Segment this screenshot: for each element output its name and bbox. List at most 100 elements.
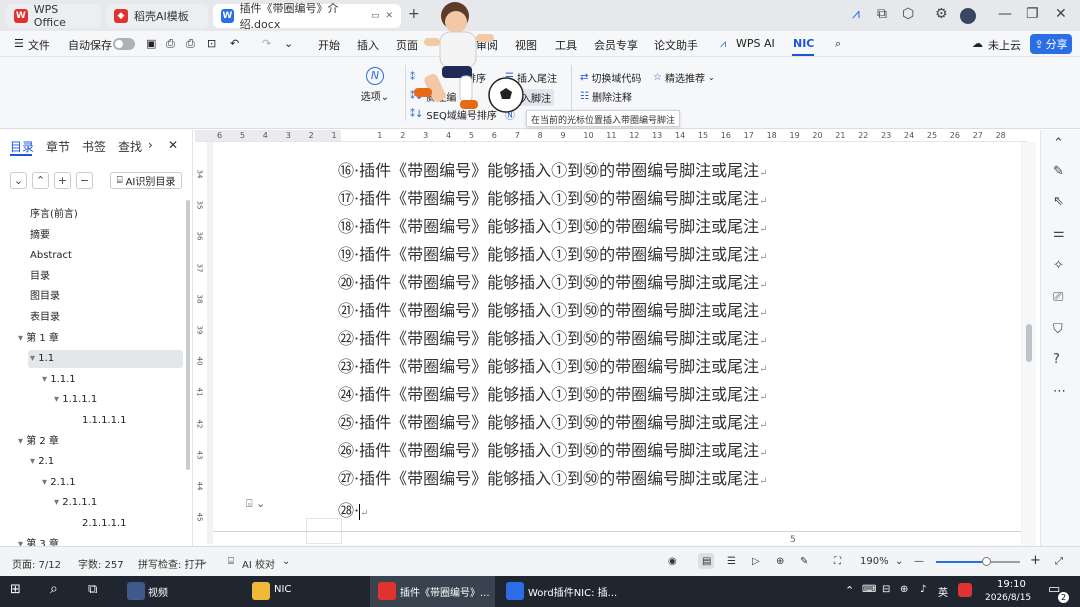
tray-chevron-icon[interactable]: ⌃ bbox=[845, 584, 854, 597]
document-line[interactable]: ㉓·插件《带圈编号》能够插入①到㊿的带圈编号脚注或尾注↵ bbox=[338, 353, 768, 377]
export-icon[interactable]: ⎙ bbox=[166, 37, 175, 51]
help-icon[interactable]: ? bbox=[1053, 352, 1060, 367]
document-line[interactable]: ⑳·插件《带圈编号》能够插入①到㊿的带圈编号脚注或尾注↵ bbox=[338, 269, 768, 293]
windows-start-icon[interactable]: ⊞ bbox=[10, 582, 21, 597]
toggle-field-code-button[interactable]: ⇄ 切换域代码 bbox=[580, 70, 641, 85]
menu-paper-assistant[interactable]: 论文助手 bbox=[654, 37, 698, 53]
expand-arrow-icon[interactable]: ▾ bbox=[42, 374, 50, 385]
menu-wps-ai[interactable]: WPS AI bbox=[736, 37, 775, 50]
chevron-right-icon[interactable]: › bbox=[148, 138, 153, 152]
featured-button[interactable]: ☆ 精选推荐 ⌄ bbox=[653, 70, 715, 85]
document-line-current[interactable]: ㉘·↵ bbox=[338, 497, 369, 521]
cloud-status[interactable]: 未上云 bbox=[988, 37, 1021, 53]
remove-heading-button[interactable]: − bbox=[76, 172, 93, 189]
zoom-slider-handle[interactable] bbox=[982, 557, 991, 566]
taskbar-item-video[interactable]: 视频 bbox=[148, 584, 168, 599]
options-button[interactable]: N 选项⌄ bbox=[360, 67, 390, 103]
web-view-icon[interactable]: ⊕ bbox=[776, 556, 784, 567]
taskbar-item-doc[interactable]: 插件《带圈编号》... bbox=[400, 584, 490, 599]
zoom-in-icon[interactable]: + bbox=[1030, 553, 1041, 568]
monitor-icon[interactable]: ▭ bbox=[371, 11, 380, 21]
adjust-icon[interactable]: ⚌ bbox=[1053, 226, 1065, 241]
toc-item[interactable]: Abstract bbox=[30, 247, 72, 265]
close-pane-icon[interactable]: ✕ bbox=[168, 138, 178, 152]
search-icon[interactable]: ⌕ bbox=[50, 581, 58, 597]
document-line[interactable]: ㉔·插件《带圈编号》能够插入①到㊿的带圈编号脚注或尾注↵ bbox=[338, 381, 768, 405]
add-heading-button[interactable]: + bbox=[54, 172, 71, 189]
search-icon[interactable]: ⌕ bbox=[835, 37, 841, 51]
ai-toc-button[interactable]: ⌸ AI识别目录 bbox=[110, 172, 182, 189]
avatar[interactable] bbox=[960, 8, 976, 24]
toc-item[interactable]: 序言(前言) bbox=[30, 206, 78, 224]
document-line[interactable]: ⑲·插件《带圈编号》能够插入①到㊿的带圈编号脚注或尾注↵ bbox=[338, 241, 768, 265]
more-icon[interactable]: ⋯ bbox=[1053, 384, 1066, 399]
maximize-icon[interactable]: ❐ bbox=[1026, 6, 1039, 22]
paragraph-handle-icon[interactable]: ⌻ ⌄ bbox=[246, 497, 265, 511]
menu-insert[interactable]: 插入 bbox=[357, 37, 379, 53]
document-line[interactable]: ㉒·插件《带圈编号》能够插入①到㊿的带圈编号脚注或尾注↵ bbox=[338, 325, 768, 349]
chevron-down-icon[interactable]: ⌄ bbox=[200, 556, 208, 567]
taskbar-item-nic[interactable]: NIC bbox=[274, 584, 291, 595]
ai-check[interactable]: AI 校对 bbox=[242, 556, 275, 571]
task-view-icon[interactable]: ⧉ bbox=[88, 582, 97, 597]
collapse-down-button[interactable]: ⌄ bbox=[10, 172, 27, 189]
chevron-down-icon[interactable]: ⌄ bbox=[895, 556, 903, 567]
spell-check[interactable]: 拼写检查: 打开 bbox=[138, 556, 205, 571]
clock-time[interactable]: 19:10 bbox=[997, 579, 1026, 590]
toc-item[interactable]: ▾ 1.1 bbox=[28, 350, 183, 369]
preview-icon[interactable]: ⊡ bbox=[207, 37, 216, 50]
menu-file[interactable]: 文件 bbox=[28, 37, 50, 53]
hamburger-icon[interactable]: ☰ bbox=[14, 37, 24, 50]
expand-arrow-icon[interactable]: ▾ bbox=[18, 436, 26, 447]
nav-tab-chapters[interactable]: 章节 bbox=[46, 138, 70, 155]
nav-tab-find[interactable]: 查找 bbox=[118, 138, 142, 155]
edit-view-icon[interactable]: ✎ bbox=[800, 556, 808, 567]
pen-icon[interactable]: ✎ bbox=[1053, 164, 1064, 179]
print-icon[interactable]: ⎙ bbox=[186, 37, 195, 51]
vertical-ruler[interactable]: 34 35 36 37 38 39 40 41 42 43 44 45 bbox=[193, 142, 207, 542]
settings-icon[interactable]: ⚙ bbox=[935, 6, 948, 22]
ai-logo-icon[interactable]: ⩘ bbox=[852, 6, 860, 22]
word-taskbar-icon[interactable] bbox=[506, 582, 524, 600]
tab-document[interactable]: W 插件《带圈编号》介绍.docx ▭ ✕ bbox=[213, 2, 401, 31]
vertical-scrollbar[interactable] bbox=[1022, 142, 1036, 546]
ime-icon[interactable]: ⌨ bbox=[862, 584, 876, 595]
menu-nic[interactable]: NIC bbox=[793, 37, 814, 50]
play-icon[interactable]: ▷ bbox=[752, 556, 760, 567]
zoom-level[interactable]: 190% bbox=[860, 556, 889, 567]
wps-tray-icon[interactable] bbox=[958, 583, 972, 597]
shirt-icon[interactable]: ⛉ bbox=[1053, 322, 1063, 337]
toc-item[interactable]: ▾ 2.1 bbox=[30, 453, 54, 471]
cursor-icon[interactable]: ⇖ bbox=[1053, 194, 1064, 209]
chevron-down-icon[interactable]: ⌄ bbox=[284, 37, 293, 50]
window-layout-icon[interactable]: ⧉ bbox=[877, 6, 887, 22]
vertical-scroll-thumb[interactable] bbox=[1026, 324, 1032, 362]
fullscreen-icon[interactable]: ⤢ bbox=[1055, 556, 1063, 567]
toc-item[interactable]: ▾ 2.1.1.1 bbox=[54, 494, 97, 512]
menu-tools[interactable]: 工具 bbox=[555, 37, 577, 53]
close-tab-icon[interactable]: ✕ bbox=[385, 11, 393, 21]
eye-icon[interactable]: ◉ bbox=[668, 556, 677, 567]
network-icon[interactable]: ⊟ bbox=[882, 584, 890, 595]
magic-icon[interactable]: ✧ bbox=[1053, 258, 1064, 273]
document-line[interactable]: ㉕·插件《带圈编号》能够插入①到㊿的带圈编号脚注或尾注↵ bbox=[338, 409, 768, 433]
toc-item[interactable]: ▾ 1.1.1.1 bbox=[54, 391, 97, 409]
expand-arrow-icon[interactable]: ▾ bbox=[18, 333, 26, 344]
volume-icon[interactable]: ♪ bbox=[920, 584, 926, 595]
nav-tab-bookmarks[interactable]: 书签 bbox=[82, 138, 106, 155]
expand-arrow-icon[interactable]: ▾ bbox=[42, 477, 50, 488]
page-view-icon[interactable]: ▤ bbox=[702, 556, 711, 567]
document-line[interactable]: ㉑·插件《带圈编号》能够插入①到㊿的带圈编号脚注或尾注↵ bbox=[338, 297, 768, 321]
document-line[interactable]: ⑰·插件《带圈编号》能够插入①到㊿的带圈编号脚注或尾注↵ bbox=[338, 185, 768, 209]
document-line[interactable]: ㉗·插件《带圈编号》能够插入①到㊿的带圈编号脚注或尾注↵ bbox=[338, 465, 768, 489]
toc-item[interactable]: 1.1.1.1.1 bbox=[82, 412, 127, 430]
outline-view-icon[interactable]: ☰ bbox=[727, 556, 736, 567]
close-window-icon[interactable]: ✕ bbox=[1055, 6, 1067, 22]
expand-arrow-icon[interactable]: ▾ bbox=[30, 353, 38, 364]
collapse-up-button[interactable]: ⌃ bbox=[32, 172, 49, 189]
redo-icon[interactable]: ↷ bbox=[262, 37, 271, 50]
menu-member[interactable]: 会员专享 bbox=[594, 37, 638, 53]
taskbar-item-word[interactable]: Word插件NIC: 插... bbox=[528, 584, 617, 599]
toc-item[interactable]: ▾ 1.1.1 bbox=[42, 371, 76, 389]
expand-arrow-icon[interactable]: ▾ bbox=[54, 497, 62, 508]
